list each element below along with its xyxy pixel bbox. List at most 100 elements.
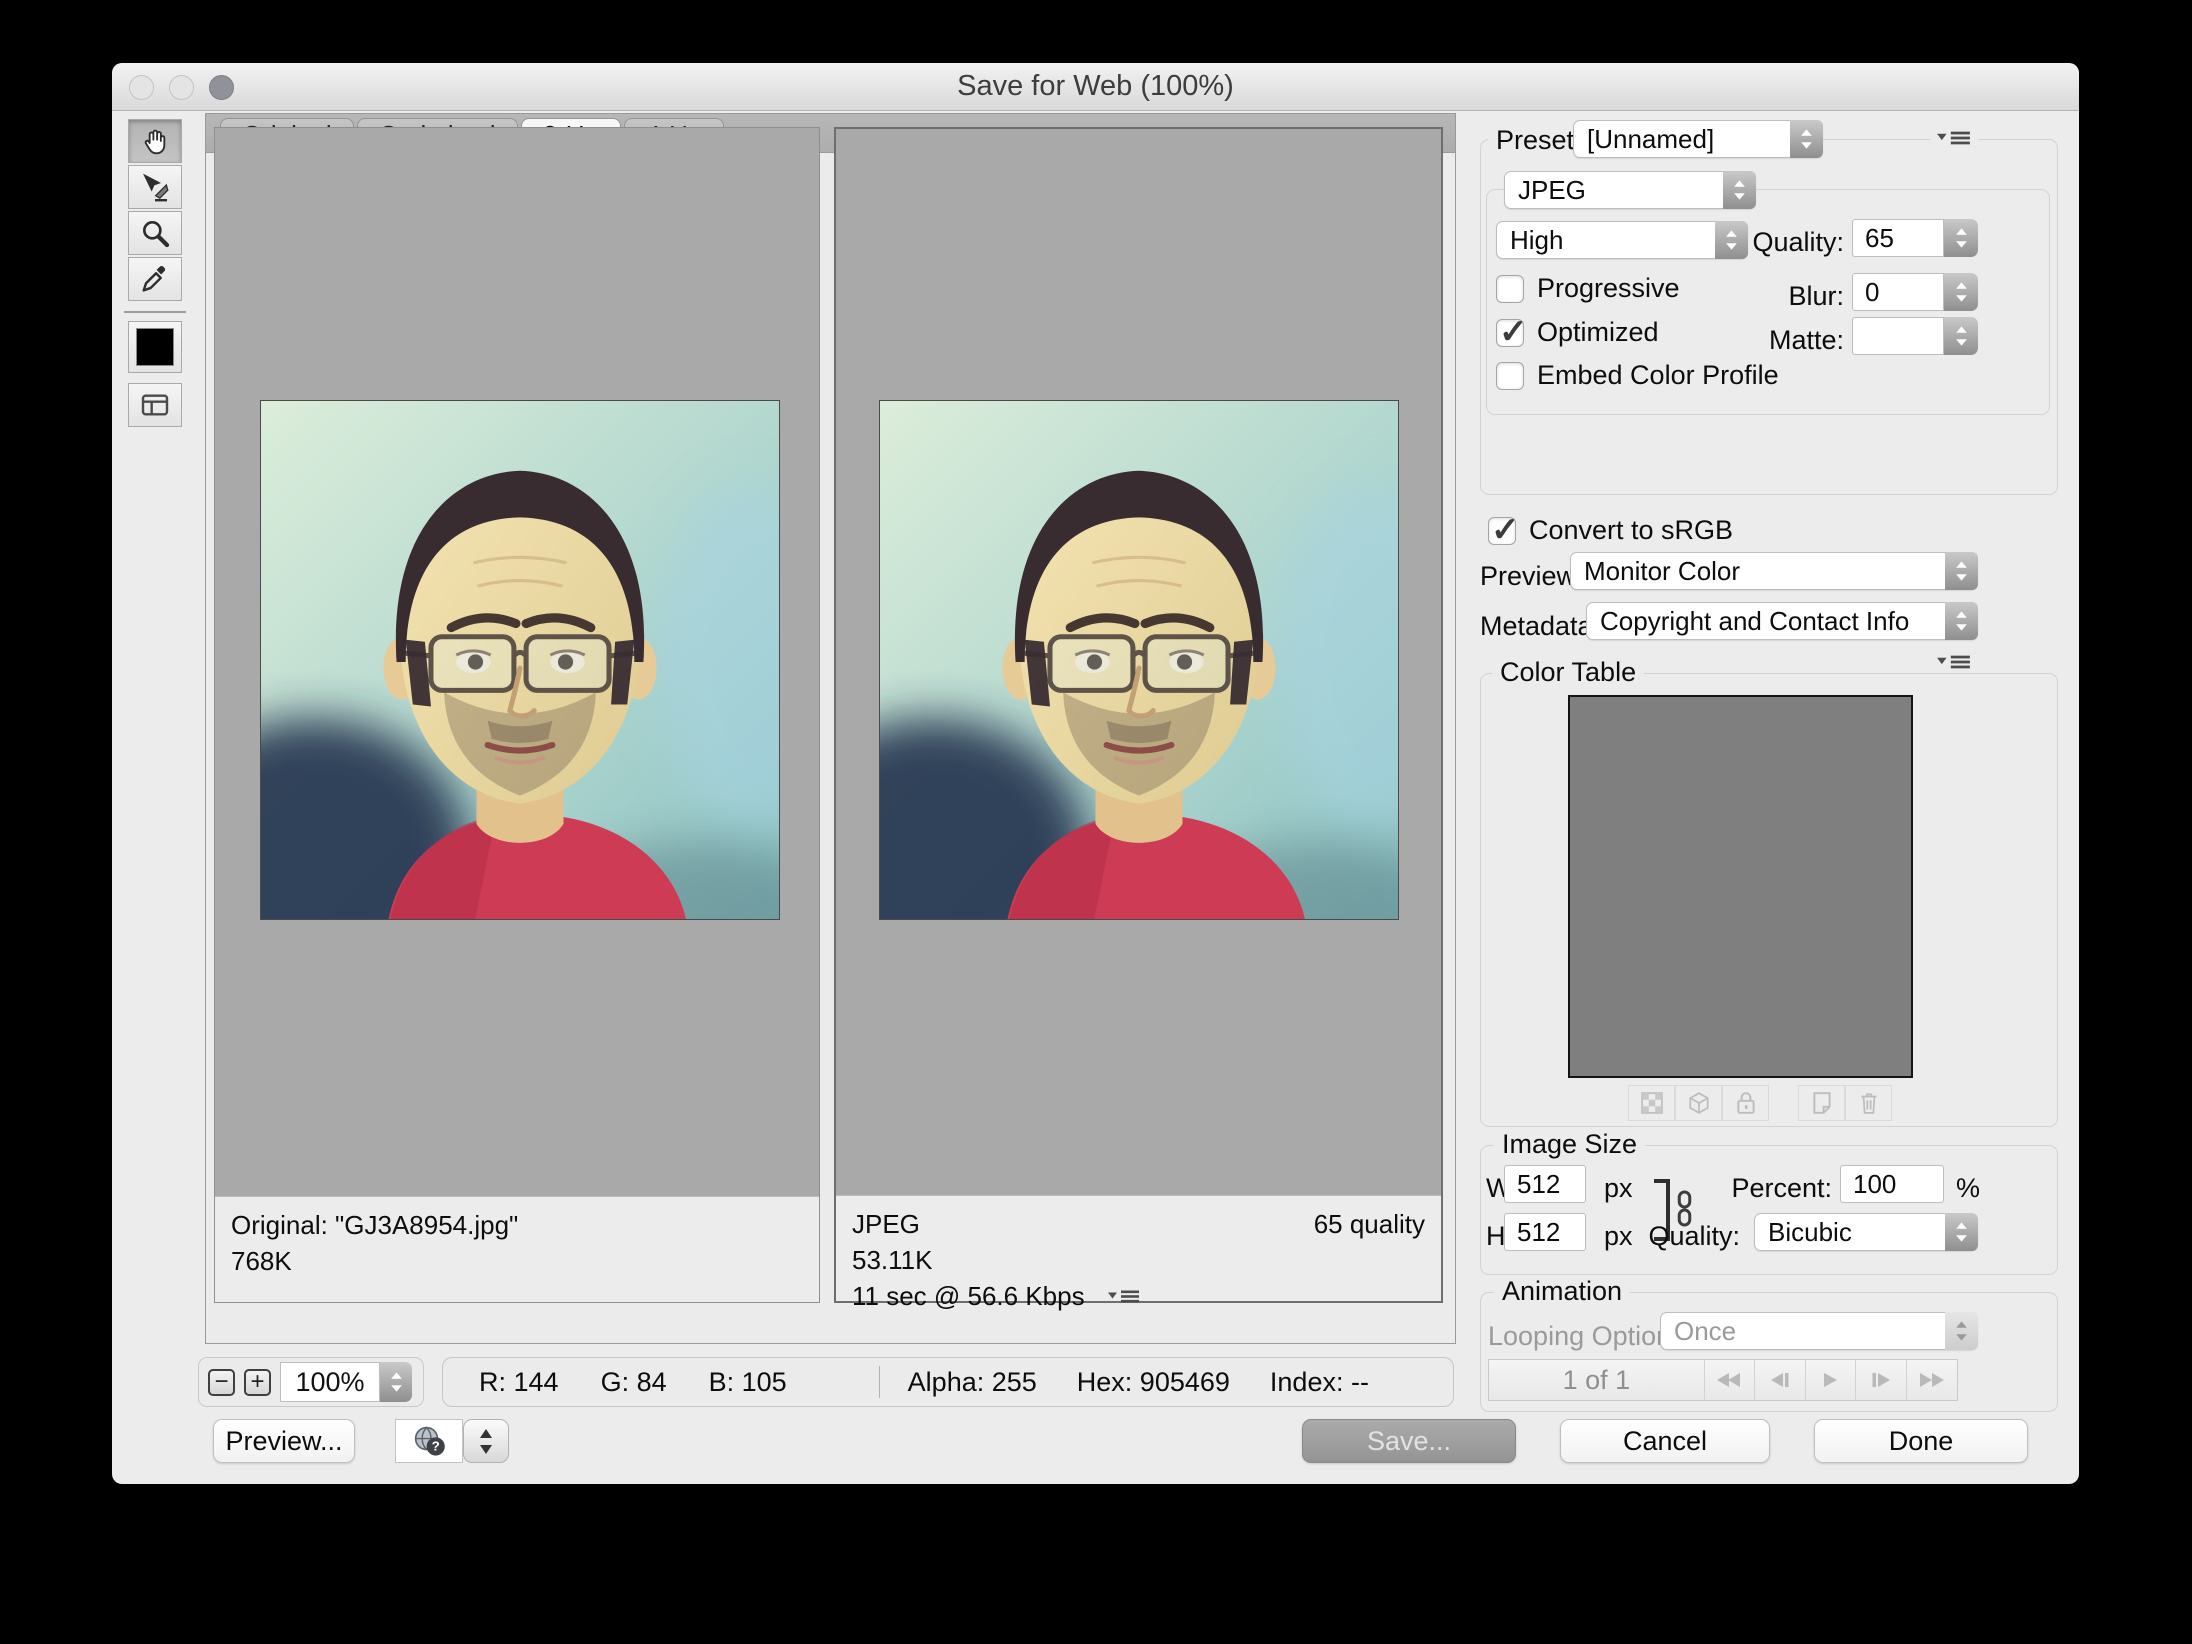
optimized-checkbox-row: Optimized bbox=[1496, 317, 1659, 348]
preview-button[interactable]: Preview... bbox=[213, 1419, 355, 1463]
optimized-format: JPEG bbox=[852, 1206, 920, 1242]
progressive-checkbox[interactable] bbox=[1496, 275, 1524, 303]
file-format-select[interactable]: JPEG bbox=[1504, 171, 1756, 209]
zoom-level-stepper[interactable] bbox=[380, 1362, 412, 1402]
toolbar-divider bbox=[124, 311, 186, 313]
readout-green: G: 84 bbox=[601, 1367, 667, 1398]
delete-color-button[interactable] bbox=[1845, 1085, 1892, 1121]
original-preview-pane[interactable]: Original: "GJ3A8954.jpg" 768K bbox=[214, 127, 820, 1303]
web-shift-button[interactable] bbox=[1675, 1085, 1722, 1121]
hand-tool-button[interactable] bbox=[128, 119, 182, 163]
eyedropper-color-swatch[interactable] bbox=[128, 321, 182, 373]
preview-image-optimized[interactable] bbox=[879, 400, 1399, 920]
eyedropper-tool-button[interactable] bbox=[128, 257, 182, 301]
done-button[interactable]: Done bbox=[1814, 1419, 2028, 1463]
embed-color-profile-checkbox[interactable] bbox=[1496, 362, 1524, 390]
optimized-filesize: 53.11K bbox=[852, 1242, 1425, 1278]
color-table-action-group bbox=[1628, 1085, 1769, 1121]
save-button[interactable]: Save... bbox=[1302, 1419, 1516, 1463]
embed-color-profile-row: Embed Color Profile bbox=[1496, 360, 1779, 391]
play-button[interactable] bbox=[1806, 1360, 1856, 1400]
arrow-up-icon bbox=[479, 1429, 493, 1439]
color-table-edit-group bbox=[1798, 1085, 1892, 1121]
first-frame-button[interactable] bbox=[1705, 1360, 1755, 1400]
readout-index: Index: -- bbox=[1270, 1367, 1369, 1398]
resample-quality-select[interactable]: Bicubic bbox=[1754, 1213, 1978, 1251]
color-readout-bar: R: 144 G: 84 B: 105 Alpha: 255 Hex: 9054… bbox=[442, 1357, 1454, 1407]
map-transparency-button[interactable] bbox=[1628, 1085, 1675, 1121]
new-color-button[interactable] bbox=[1798, 1085, 1845, 1121]
cancel-button[interactable]: Cancel bbox=[1560, 1419, 1770, 1463]
stepper-chevrons-icon bbox=[1954, 226, 1969, 250]
preview-label: Preview: bbox=[1480, 561, 1584, 592]
matte-field[interactable] bbox=[1852, 317, 1944, 355]
preview-browser-selector[interactable]: ? bbox=[395, 1419, 463, 1463]
blur-field[interactable]: 0 bbox=[1852, 273, 1944, 311]
window-title: Save for Web (100%) bbox=[112, 63, 2079, 110]
animation-title: Animation bbox=[1494, 1276, 1630, 1307]
width-field[interactable]: 512 bbox=[1504, 1165, 1586, 1203]
quality-field[interactable]: 65 bbox=[1852, 219, 1944, 257]
quality-label: Quality: bbox=[1672, 227, 1844, 258]
convert-srgb-row: Convert to sRGB bbox=[1488, 515, 1733, 546]
progressive-checkbox-row: Progressive bbox=[1496, 273, 1680, 304]
fast-forward-icon bbox=[1919, 1372, 1945, 1388]
step-back-icon bbox=[1770, 1372, 1790, 1388]
popup-chevrons-icon bbox=[1945, 1213, 1978, 1251]
svg-text:?: ? bbox=[432, 1439, 440, 1454]
width-unit: px bbox=[1604, 1173, 1633, 1204]
optimized-quality-note: 65 quality bbox=[1314, 1206, 1425, 1242]
lock-icon bbox=[1735, 1091, 1757, 1115]
zoom-out-button[interactable]: − bbox=[208, 1369, 235, 1396]
optimized-preview-pane[interactable]: JPEG 65 quality 53.11K 11 sec @ 56.6 Kbp… bbox=[834, 127, 1443, 1303]
browser-selector-stepper[interactable] bbox=[463, 1419, 509, 1463]
slices-visibility-icon bbox=[139, 389, 171, 421]
title-bar[interactable]: Save for Web (100%) bbox=[112, 63, 2079, 111]
frame-status: 1 of 1 bbox=[1489, 1360, 1705, 1400]
original-filename: Original: "GJ3A8954.jpg" bbox=[231, 1207, 803, 1243]
height-field[interactable]: 512 bbox=[1504, 1213, 1586, 1251]
popup-chevrons-icon bbox=[1790, 120, 1823, 158]
eyedropper-icon bbox=[139, 263, 171, 295]
preview-image-original[interactable] bbox=[260, 400, 780, 920]
optimized-checkbox[interactable] bbox=[1496, 319, 1524, 347]
preset-panel-menu-icon[interactable] bbox=[1930, 127, 1978, 149]
metadata-select[interactable]: Copyright and Contact Info bbox=[1586, 602, 1978, 640]
color-table-swatches[interactable] bbox=[1568, 695, 1913, 1078]
preview-color-select[interactable]: Monitor Color bbox=[1570, 552, 1978, 590]
zoom-level-field[interactable]: 100% bbox=[280, 1362, 380, 1402]
zoom-level-group: − + 100% bbox=[198, 1357, 424, 1407]
arrow-down-icon bbox=[479, 1444, 493, 1454]
stepper-chevrons-icon bbox=[1954, 324, 1969, 348]
download-speed-menu-icon[interactable] bbox=[1107, 1288, 1141, 1305]
slice-select-tool-button[interactable] bbox=[128, 165, 182, 209]
next-frame-button[interactable] bbox=[1856, 1360, 1906, 1400]
zoom-tool-button[interactable] bbox=[128, 211, 182, 255]
stepper-chevrons-icon bbox=[1954, 280, 1969, 304]
readout-hex: Hex: 905469 bbox=[1077, 1367, 1230, 1398]
last-frame-button[interactable] bbox=[1907, 1360, 1957, 1400]
step-forward-icon bbox=[1871, 1372, 1891, 1388]
transparency-checker-icon bbox=[1641, 1092, 1663, 1114]
preset-select[interactable]: [Unnamed] bbox=[1573, 120, 1823, 158]
lock-color-button[interactable] bbox=[1722, 1085, 1769, 1121]
matte-label: Matte: bbox=[1672, 325, 1844, 356]
previous-frame-button[interactable] bbox=[1755, 1360, 1805, 1400]
quality-stepper[interactable] bbox=[1944, 219, 1978, 257]
readout-blue: B: 105 bbox=[709, 1367, 787, 1398]
matte-stepper[interactable] bbox=[1944, 317, 1978, 355]
blur-stepper[interactable] bbox=[1944, 273, 1978, 311]
percent-unit: % bbox=[1956, 1173, 1980, 1204]
color-table-menu-icon[interactable] bbox=[1930, 651, 1978, 673]
new-page-icon bbox=[1811, 1091, 1833, 1115]
zoom-in-button[interactable]: + bbox=[244, 1369, 271, 1396]
preview-panel: Original Optimized 2-Up 4-Up Original: "… bbox=[205, 113, 1456, 1344]
convert-srgb-checkbox[interactable] bbox=[1488, 517, 1516, 545]
readout-red: R: 144 bbox=[479, 1367, 559, 1398]
save-for-web-dialog: Save for Web (100%) bbox=[112, 63, 2079, 1484]
percent-field[interactable]: 100 bbox=[1840, 1165, 1944, 1203]
toggle-slices-visibility-button[interactable] bbox=[128, 383, 182, 427]
popup-chevrons-icon bbox=[1945, 552, 1978, 590]
popup-chevrons-icon bbox=[1723, 171, 1756, 209]
looping-options-select[interactable]: Once bbox=[1660, 1312, 1978, 1350]
